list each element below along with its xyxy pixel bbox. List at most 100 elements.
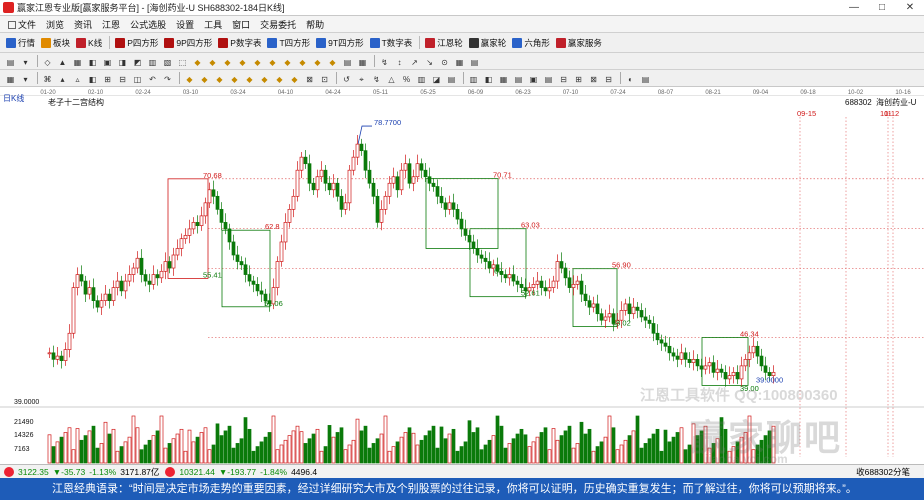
menu-gann[interactable]: 江恩 xyxy=(97,18,125,31)
analysis-tool-icon-42[interactable]: ⊟ xyxy=(602,72,615,85)
analysis-tool-icon-30[interactable]: ◪ xyxy=(430,72,443,85)
draw-tool-icon-0[interactable]: ▤ xyxy=(4,55,17,68)
draw-tool-icon-26[interactable]: ↯ xyxy=(378,55,391,68)
analysis-tool-icon-15[interactable]: ◆ xyxy=(213,72,226,85)
analysis-tool-icon-10[interactable]: ↶ xyxy=(146,72,159,85)
draw-tool-icon-30[interactable]: ⊙ xyxy=(438,55,451,68)
toolbar-button-5[interactable]: P数字表 xyxy=(216,37,265,49)
analysis-tool-icon-11[interactable]: ↷ xyxy=(161,72,174,85)
analysis-tool-icon-25[interactable]: ⌖ xyxy=(355,72,368,85)
draw-tool-icon-23[interactable]: ▤ xyxy=(341,55,354,68)
analysis-tool-icon-37[interactable]: ▣ xyxy=(527,72,540,85)
menu-file[interactable]: 文件 xyxy=(3,18,41,31)
draw-tool-icon-18[interactable]: ◆ xyxy=(266,55,279,68)
toolbar-button-10[interactable]: 赢家轮 xyxy=(467,37,511,49)
draw-tool-icon-4[interactable]: ▲ xyxy=(56,55,69,68)
analysis-tool-icon-28[interactable]: % xyxy=(400,72,413,85)
menu-info[interactable]: 资讯 xyxy=(69,18,97,31)
draw-tool-icon-12[interactable]: ⬚ xyxy=(176,55,189,68)
menu-formula[interactable]: 公式选股 xyxy=(125,18,171,31)
draw-tool-icon-24[interactable]: ▦ xyxy=(356,55,369,68)
analysis-tool-icon-22[interactable]: ⊡ xyxy=(318,72,331,85)
analysis-tool-icon-27[interactable]: △ xyxy=(385,72,398,85)
draw-tool-icon-10[interactable]: ▥ xyxy=(146,55,159,68)
analysis-tool-icon-39[interactable]: ⊟ xyxy=(557,72,570,85)
analysis-tool-icon-14[interactable]: ◆ xyxy=(198,72,211,85)
tick-detail-link[interactable]: 收688302分笔 xyxy=(854,466,912,478)
draw-tool-icon-22[interactable]: ◆ xyxy=(326,55,339,68)
analysis-tool-icon-21[interactable]: ⊠ xyxy=(303,72,316,85)
draw-tool-icon-20[interactable]: ◆ xyxy=(296,55,309,68)
draw-tool-icon-31[interactable]: ▦ xyxy=(453,55,466,68)
analysis-tool-icon-0[interactable]: ▦ xyxy=(4,72,17,85)
analysis-tool-icon-6[interactable]: ◧ xyxy=(86,72,99,85)
analysis-tool-icon-36[interactable]: ▤ xyxy=(512,72,525,85)
kline-chart[interactable]: 01-20 02-10 02-24 03-10 03-24 04-10 04-24 05-11… xyxy=(0,87,924,464)
draw-tool-icon-1[interactable]: ▾ xyxy=(19,55,32,68)
analysis-tool-icon-33[interactable]: ▥ xyxy=(467,72,480,85)
toolbar-button-1[interactable]: 板块 xyxy=(39,37,74,49)
draw-tool-icon-3[interactable]: ◇ xyxy=(41,55,54,68)
analysis-tool-icon-19[interactable]: ◆ xyxy=(273,72,286,85)
analysis-tool-icon-4[interactable]: ▴ xyxy=(56,72,69,85)
draw-tool-icon-28[interactable]: ↗ xyxy=(408,55,421,68)
analysis-tool-icon-1[interactable]: ▾ xyxy=(19,72,32,85)
toolbar-button-12[interactable]: 赢家服务 xyxy=(554,37,606,49)
analysis-tool-icon-29[interactable]: ▥ xyxy=(415,72,428,85)
analysis-tool-icon-26[interactable]: ↯ xyxy=(370,72,383,85)
draw-tool-icon-6[interactable]: ◧ xyxy=(86,55,99,68)
draw-tool-icon-29[interactable]: ↘ xyxy=(423,55,436,68)
toolbar-button-3[interactable]: P四方形 xyxy=(113,37,162,49)
close-button[interactable]: ✕ xyxy=(896,0,924,16)
analysis-tool-icon-5[interactable]: ▵ xyxy=(71,72,84,85)
analysis-tool-icon-20[interactable]: ◆ xyxy=(288,72,301,85)
toolbar-button-4[interactable]: 9P四方形 xyxy=(162,37,216,49)
analysis-tool-icon-18[interactable]: ◆ xyxy=(258,72,271,85)
draw-tool-icon-17[interactable]: ◆ xyxy=(251,55,264,68)
menu-tools[interactable]: 工具 xyxy=(199,18,227,31)
analysis-tool-icon-40[interactable]: ⊞ xyxy=(572,72,585,85)
draw-tool-icon-9[interactable]: ◩ xyxy=(131,55,144,68)
draw-tool-icon-8[interactable]: ◨ xyxy=(116,55,129,68)
draw-tool-icon-13[interactable]: ◆ xyxy=(191,55,204,68)
menu-settings[interactable]: 设置 xyxy=(171,18,199,31)
toolbar-button-11[interactable]: 六角形 xyxy=(510,37,554,49)
analysis-tool-icon-8[interactable]: ⊟ xyxy=(116,72,129,85)
analysis-tool-icon-41[interactable]: ⊠ xyxy=(587,72,600,85)
kline-chart-area[interactable]: 01-20 02-10 02-24 03-10 03-24 04-10 04-24 05-11… xyxy=(0,87,924,466)
draw-tool-icon-19[interactable]: ◆ xyxy=(281,55,294,68)
draw-tool-icon-27[interactable]: ↕ xyxy=(393,55,406,68)
analysis-tool-icon-44[interactable]: ◐ xyxy=(624,72,637,85)
analysis-tool-icon-38[interactable]: ▤ xyxy=(542,72,555,85)
analysis-tool-icon-13[interactable]: ◆ xyxy=(183,72,196,85)
draw-tool-icon-14[interactable]: ◆ xyxy=(206,55,219,68)
toolbar-button-0[interactable]: 行情 xyxy=(4,37,39,49)
toolbar-button-7[interactable]: 9T四方形 xyxy=(314,37,367,49)
menu-help[interactable]: 帮助 xyxy=(301,18,329,31)
minimize-button[interactable]: — xyxy=(840,0,868,16)
maximize-button[interactable]: □ xyxy=(868,0,896,16)
analysis-tool-icon-31[interactable]: ▤ xyxy=(445,72,458,85)
draw-tool-icon-11[interactable]: ▧ xyxy=(161,55,174,68)
toolbar-button-9[interactable]: 江恩轮 xyxy=(423,37,467,49)
menu-window[interactable]: 窗口 xyxy=(227,18,255,31)
toolbar-button-6[interactable]: T四方形 xyxy=(265,37,314,49)
draw-tool-icon-7[interactable]: ▣ xyxy=(101,55,114,68)
draw-tool-icon-15[interactable]: ◆ xyxy=(221,55,234,68)
analysis-tool-icon-9[interactable]: ◫ xyxy=(131,72,144,85)
analysis-tool-icon-24[interactable]: ↺ xyxy=(340,72,353,85)
analysis-tool-icon-35[interactable]: ▦ xyxy=(497,72,510,85)
analysis-tool-icon-7[interactable]: ⊞ xyxy=(101,72,114,85)
toolbar-button-2[interactable]: K线 xyxy=(74,37,106,49)
draw-tool-icon-21[interactable]: ◆ xyxy=(311,55,324,68)
draw-tool-icon-16[interactable]: ◆ xyxy=(236,55,249,68)
analysis-tool-icon-3[interactable]: ⌘ xyxy=(41,72,54,85)
analysis-tool-icon-16[interactable]: ◆ xyxy=(228,72,241,85)
analysis-tool-icon-45[interactable]: ▤ xyxy=(639,72,652,85)
analysis-tool-icon-17[interactable]: ◆ xyxy=(243,72,256,85)
toolbar-button-8[interactable]: T数字表 xyxy=(368,37,417,49)
draw-tool-icon-5[interactable]: ▦ xyxy=(71,55,84,68)
menu-browse[interactable]: 浏览 xyxy=(41,18,69,31)
menu-trade[interactable]: 交易委托 xyxy=(255,18,301,31)
analysis-tool-icon-34[interactable]: ◧ xyxy=(482,72,495,85)
